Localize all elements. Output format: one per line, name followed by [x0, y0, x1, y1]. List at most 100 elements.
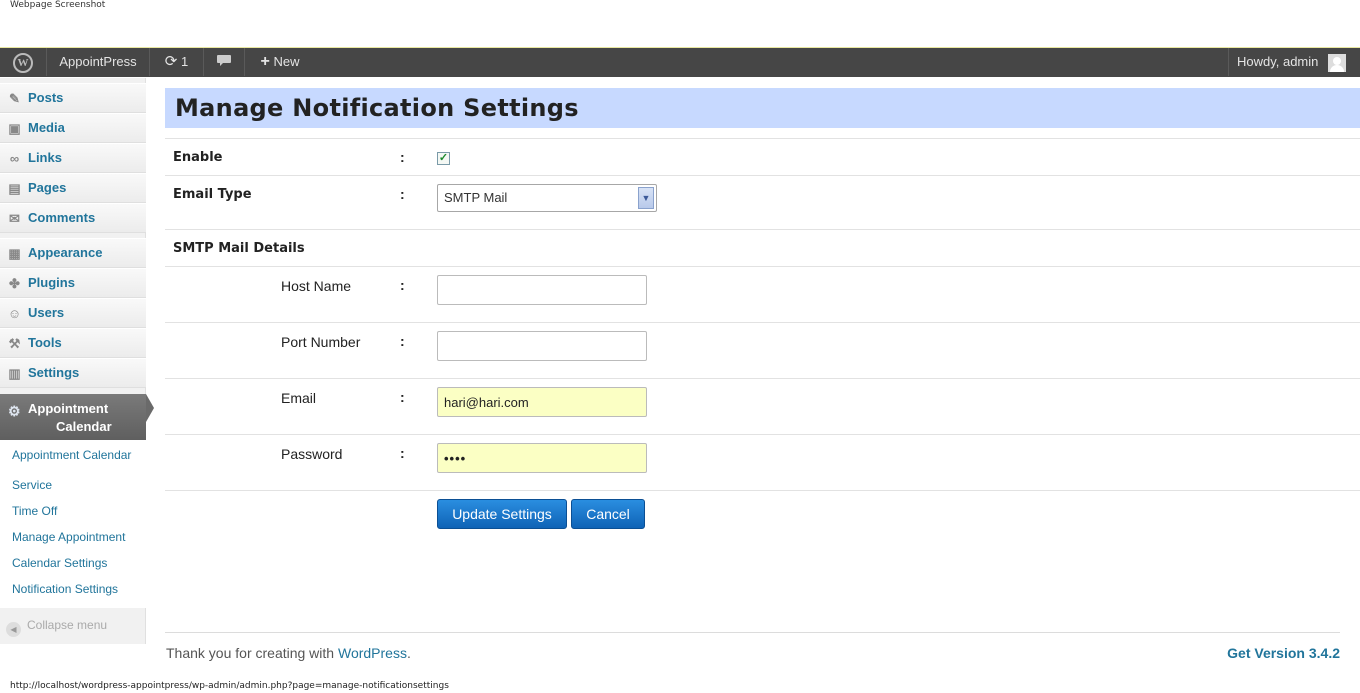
wordpress-link[interactable]: WordPress — [338, 645, 407, 661]
sidebar-item-label: Users — [28, 305, 65, 320]
footer-divider — [165, 632, 1340, 633]
wordpress-logo-icon: W — [13, 53, 33, 73]
password-label: Password — [281, 446, 343, 462]
colon: : — [400, 445, 405, 461]
chevron-down-icon: ▼ — [638, 187, 654, 209]
row-divider — [165, 229, 1360, 230]
account-menu[interactable]: Howdy, admin — [1237, 48, 1346, 76]
footer-thanks: Thank you for creating with WordPress. — [166, 645, 411, 661]
sidebar-item-label: Pages — [28, 180, 67, 195]
host-name-label: Host Name — [281, 278, 352, 294]
row-divider — [165, 434, 1360, 435]
sidebar-item-label: Settings — [28, 365, 80, 380]
sidebar-item-label: Posts — [28, 90, 64, 105]
status-bar-url: http://localhost/wordpress-appointpress/… — [10, 681, 449, 691]
collapse-menu-label: Collapse menu — [27, 618, 108, 632]
tools-icon: ⚒ — [8, 336, 21, 351]
refresh-icon: ⟳ — [164, 53, 178, 70]
cancel-button[interactable]: Cancel — [571, 499, 645, 529]
get-version-link[interactable]: Get Version 3.4.2 — [1227, 645, 1340, 661]
gear-icon: ⚙ — [8, 403, 21, 419]
row-divider — [165, 322, 1360, 323]
sidebar-item-appointment-calendar[interactable]: ⚙ Appointment Calendar — [0, 394, 146, 440]
wordpress-logo-button[interactable]: W — [0, 48, 46, 76]
comment-icon: ✉ — [9, 211, 20, 226]
row-divider — [165, 490, 1360, 491]
sidebar-item-label: Tools — [28, 335, 62, 350]
colon: : — [400, 389, 405, 405]
enable-label: Enable — [173, 150, 223, 165]
media-icon: ▣ — [8, 121, 21, 136]
sidebar-item-media[interactable]: ▣ Media — [0, 113, 146, 143]
admin-bar: W AppointPress ⟳ 1 + New Howdy, admin — [0, 47, 1360, 77]
submenu-time-off[interactable]: Time Off — [12, 504, 57, 518]
users-icon: ☺ — [7, 306, 22, 321]
sidebar-item-links[interactable]: ∞ Links — [0, 143, 146, 173]
submenu-manage-appointment[interactable]: Manage Appointment — [12, 530, 125, 544]
new-content-button[interactable]: + New — [245, 48, 315, 76]
submenu-calendar-settings[interactable]: Calendar Settings — [12, 556, 107, 570]
new-label: New — [273, 54, 300, 69]
password-input[interactable] — [437, 443, 647, 473]
link-icon: ∞ — [9, 151, 20, 166]
admin-bar-divider — [1228, 48, 1229, 76]
avatar — [1328, 53, 1346, 72]
sidebar-item-pages[interactable]: ▤ Pages — [0, 173, 146, 203]
sidebar-item-label: Media — [28, 120, 65, 135]
host-name-input[interactable] — [437, 275, 647, 305]
footer-thanks-prefix: Thank you for creating with — [166, 645, 338, 661]
email-type-value: SMTP Mail — [444, 190, 508, 205]
pages-icon: ▤ — [8, 181, 21, 196]
screenshot-caption: Webpage Screenshot — [10, 0, 106, 10]
row-divider — [165, 138, 1360, 139]
email-label: Email — [281, 390, 317, 406]
sidebar-active-label-line1: Appointment — [28, 401, 109, 416]
colon: : — [400, 186, 405, 202]
sidebar-item-users[interactable]: ☺ Users — [0, 298, 146, 328]
row-divider — [165, 266, 1360, 267]
row-divider — [165, 378, 1360, 379]
email-type-select[interactable]: SMTP Mail ▼ — [437, 184, 657, 212]
updates-button[interactable]: ⟳ 1 — [150, 48, 203, 76]
pushpin-icon: ✎ — [9, 91, 20, 106]
active-menu-pointer — [146, 394, 154, 422]
update-settings-button[interactable]: Update Settings — [437, 499, 567, 529]
comment-bubble-icon — [217, 55, 231, 66]
row-divider — [165, 175, 1360, 176]
sidebar-item-label: Plugins — [28, 275, 75, 290]
sidebar-item-tools[interactable]: ⚒ Tools — [0, 328, 146, 358]
collapse-arrow-icon: ◀ — [6, 622, 21, 637]
footer-thanks-suffix: . — [406, 645, 411, 661]
plugin-icon: ✤ — [9, 276, 20, 291]
sidebar-item-posts[interactable]: ✎ Posts — [0, 83, 146, 113]
sidebar-item-comments[interactable]: ✉ Comments — [0, 203, 146, 233]
sidebar-item-label: Comments — [28, 210, 96, 225]
collapse-menu-button[interactable]: ◀ Collapse menu — [6, 618, 107, 637]
sidebar-item-label: Links — [28, 150, 62, 165]
port-number-input[interactable] — [437, 331, 647, 361]
sidebar-item-settings[interactable]: ▥ Settings — [0, 358, 146, 388]
submenu-appointment-calendar[interactable]: Appointment Calendar — [12, 448, 131, 462]
smtp-section-label: SMTP Mail Details — [173, 241, 305, 256]
appointment-submenu: Appointment Calendar Service Time Off Ma… — [0, 440, 146, 608]
port-number-label: Port Number — [281, 334, 361, 350]
email-type-label: Email Type — [173, 187, 252, 202]
settings-icon: ▥ — [8, 366, 21, 381]
colon: : — [400, 333, 405, 349]
appearance-icon: ▦ — [8, 246, 21, 261]
sidebar-item-appearance[interactable]: ▦ Appearance — [0, 238, 146, 268]
sidebar-item-label: Appearance — [28, 245, 103, 260]
updates-count: 1 — [180, 54, 189, 69]
sidebar-active-label-line2: Calendar — [56, 419, 112, 434]
admin-sidebar: ✎ Posts ▣ Media ∞ Links ▤ Pages ✉ Commen… — [0, 78, 146, 644]
email-input[interactable] — [437, 387, 647, 417]
enable-checkbox[interactable]: ✓ — [437, 152, 450, 165]
comments-button[interactable] — [204, 48, 244, 76]
page-title: Manage Notification Settings — [165, 88, 1360, 128]
howdy-label: Howdy, admin — [1236, 54, 1319, 69]
checkmark-icon: ✓ — [438, 152, 449, 164]
submenu-service[interactable]: Service — [12, 478, 52, 492]
submenu-notification-settings[interactable]: Notification Settings — [12, 582, 118, 596]
sidebar-item-plugins[interactable]: ✤ Plugins — [0, 268, 146, 298]
site-name-link[interactable]: AppointPress — [47, 48, 149, 76]
